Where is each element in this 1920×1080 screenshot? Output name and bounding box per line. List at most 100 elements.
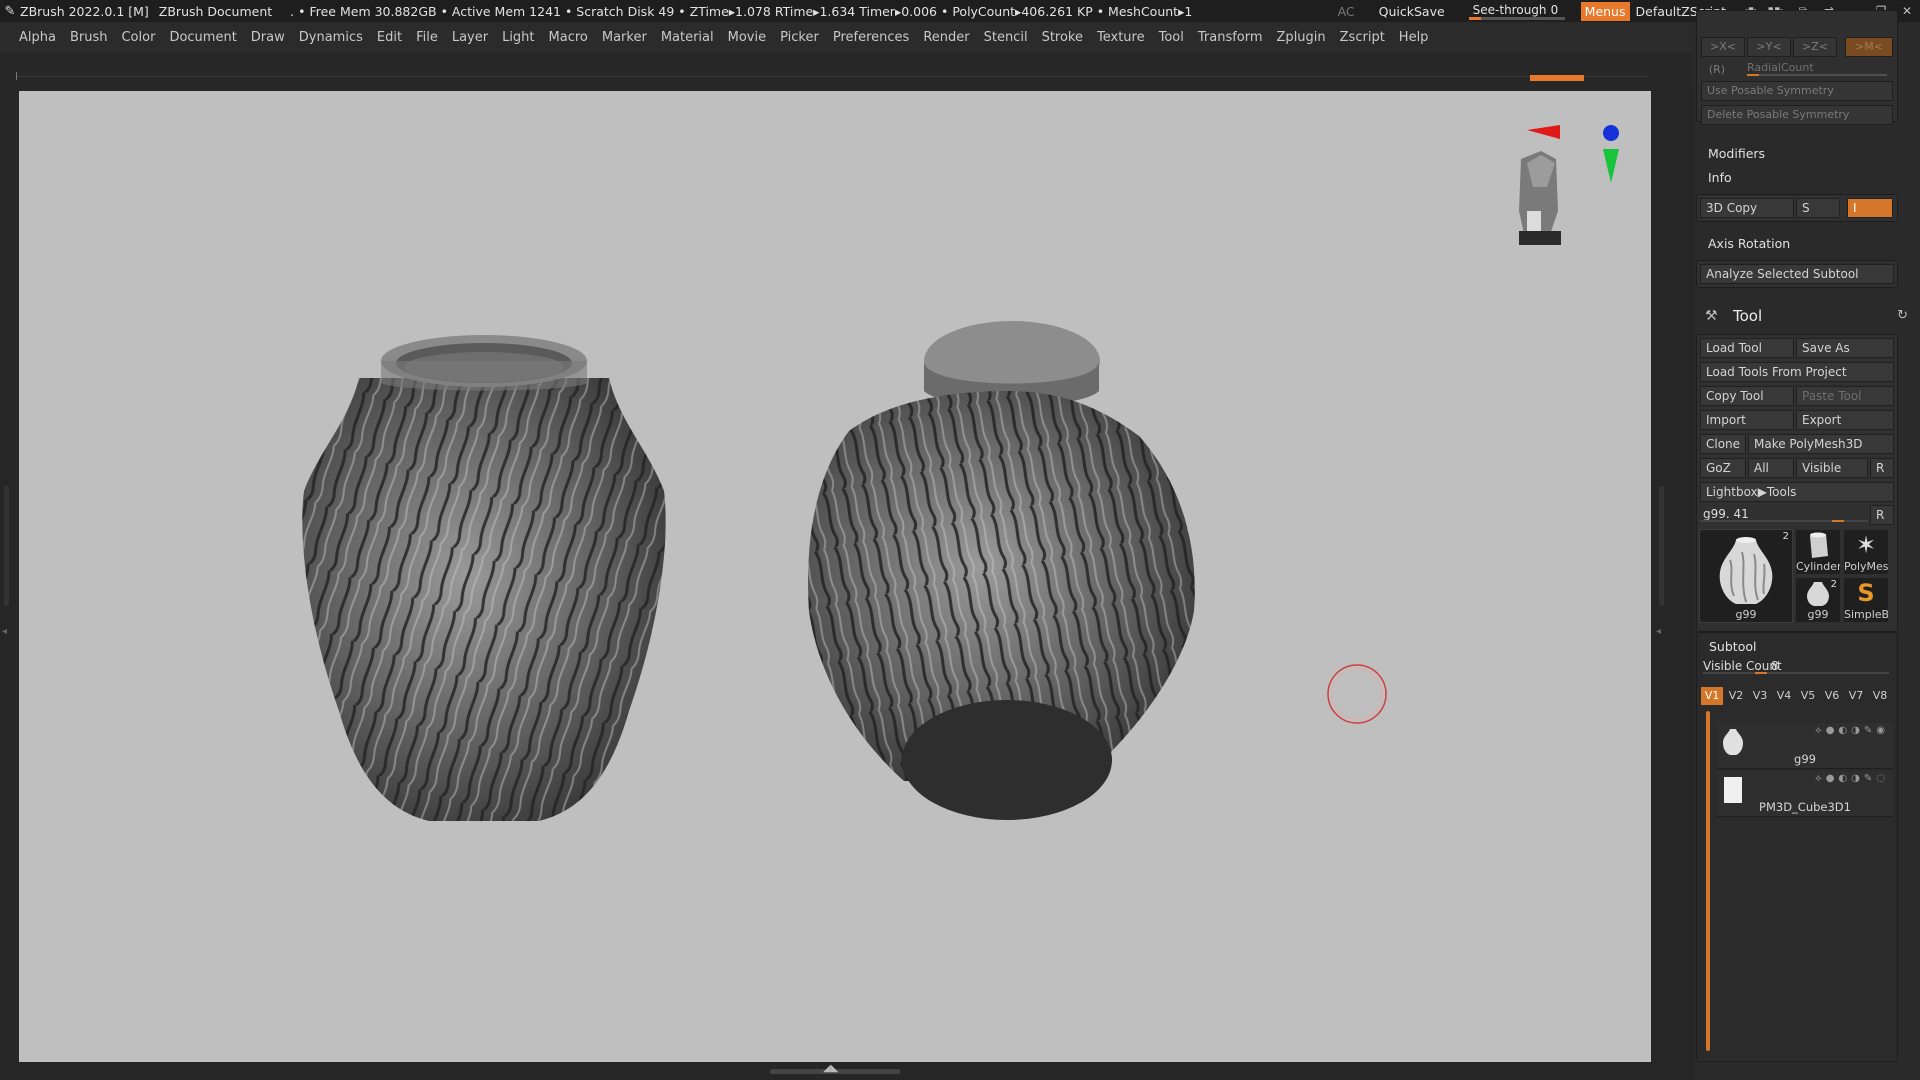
symmetry-y-button[interactable]: >Y<	[1747, 37, 1791, 57]
menu-render[interactable]: Render	[923, 30, 969, 45]
current-tool-slider[interactable]: g99. 41	[1700, 505, 1870, 525]
axis-rotation-section[interactable]: Axis Rotation	[1708, 236, 1790, 251]
vtab-v3[interactable]: V3	[1749, 687, 1771, 705]
vtab-v5[interactable]: V5	[1797, 687, 1819, 705]
menu-edit[interactable]: Edit	[377, 30, 402, 45]
vase-model-upright[interactable]	[302, 335, 666, 821]
left-tray-collapsed[interactable]: ◂	[0, 86, 16, 1066]
menu-texture[interactable]: Texture	[1097, 30, 1145, 45]
goz-all-button[interactable]: All	[1748, 458, 1794, 478]
quicksave-button[interactable]: QuickSave	[1379, 4, 1445, 19]
vtab-v8[interactable]: V8	[1869, 687, 1891, 705]
brush-cursor-icon	[1327, 664, 1387, 724]
tool-thumb-small-label: g99	[1807, 608, 1829, 621]
radial-r-toggle[interactable]: (R)	[1701, 61, 1733, 81]
palette-reset-icon[interactable]: ↻	[1897, 308, 1908, 323]
vtab-v4[interactable]: V4	[1773, 687, 1795, 705]
expand-left-icon[interactable]: ◂	[2, 626, 7, 637]
goz-button[interactable]: GoZ	[1700, 458, 1746, 478]
lightbox-tools-button[interactable]: Lightbox▶Tools	[1700, 482, 1894, 502]
symmetry-m-button[interactable]: >M<	[1845, 37, 1893, 57]
symmetry-z-button[interactable]: >Z<	[1793, 37, 1837, 57]
menu-draw[interactable]: Draw	[251, 30, 285, 45]
ac-toggle[interactable]: AC	[1338, 4, 1355, 19]
clone-button[interactable]: Clone	[1700, 434, 1746, 454]
document-title: ZBrush Document	[158, 3, 273, 19]
menu-picker[interactable]: Picker	[780, 30, 819, 45]
menu-dynamics[interactable]: Dynamics	[299, 30, 363, 45]
vtab-v1[interactable]: V1	[1701, 687, 1723, 705]
subtool-title[interactable]: Subtool	[1709, 639, 1756, 654]
info-section[interactable]: Info	[1708, 170, 1732, 185]
tool-thumbnail-g99[interactable]: 2 g99	[1699, 529, 1793, 623]
load-tools-from-project-button[interactable]: Load Tools From Project	[1700, 362, 1894, 382]
vase-model-tilted[interactable]	[808, 321, 1195, 820]
top-shelf	[0, 52, 1660, 86]
menu-preferences[interactable]: Preferences	[833, 30, 909, 45]
make-polymesh3d-button[interactable]: Make PolyMesh3D	[1748, 434, 1894, 454]
copy-tool-button[interactable]: Copy Tool	[1700, 386, 1794, 406]
app-title: ZBrush 2022.0.1 [M]	[20, 3, 149, 19]
current-tool-fill	[1832, 520, 1844, 522]
menu-alpha[interactable]: Alpha	[19, 30, 56, 45]
menu-macro[interactable]: Macro	[549, 30, 588, 45]
menus-toggle[interactable]: Menus	[1580, 1, 1630, 21]
vtab-v6[interactable]: V6	[1821, 687, 1843, 705]
visible-count-slider[interactable]: Visible Count 8	[1703, 657, 1893, 677]
load-tool-button[interactable]: Load Tool	[1700, 338, 1794, 358]
vtab-v2[interactable]: V2	[1725, 687, 1747, 705]
copy3d-i-button[interactable]: I	[1847, 198, 1893, 218]
menu-light[interactable]: Light	[502, 30, 534, 45]
current-tool-r-button[interactable]: R	[1870, 505, 1894, 525]
subtool-item[interactable]: ⟡●◐◑✎◌ PM3D_Cube3D1	[1717, 771, 1893, 817]
navigation-gizmo[interactable]	[1519, 125, 1619, 245]
radial-count-slider[interactable]: RadialCount	[1747, 59, 1893, 79]
menu-help[interactable]: Help	[1399, 30, 1429, 45]
goz-visible-button[interactable]: Visible	[1796, 458, 1868, 478]
goz-r-button[interactable]: R	[1870, 458, 1894, 478]
tool-thumbnail-g99-small[interactable]: 2 g99	[1795, 577, 1841, 623]
menu-file[interactable]: File	[416, 30, 438, 45]
menu-tool[interactable]: Tool	[1159, 30, 1184, 45]
menu-layer[interactable]: Layer	[452, 30, 488, 45]
export-button[interactable]: Export	[1796, 410, 1894, 430]
use-posable-symmetry-button[interactable]: Use Posable Symmetry	[1701, 81, 1893, 101]
menu-zscript[interactable]: Zscript	[1340, 30, 1385, 45]
menu-movie[interactable]: Movie	[728, 30, 766, 45]
polymesh-star-icon: ✶	[1855, 531, 1877, 559]
subtool-controls-icon[interactable]: ⟡●◐◑✎◌	[1815, 773, 1889, 784]
tool-thumbnail-polymesh[interactable]: ✶ PolyMes	[1843, 529, 1889, 575]
modifiers-section[interactable]: Modifiers	[1708, 146, 1765, 161]
copy3d-s-button[interactable]: S	[1796, 198, 1840, 218]
collapse-right-icon[interactable]: ◂	[1656, 626, 1661, 637]
right-tray-grip[interactable]	[1659, 486, 1664, 606]
expand-bottom-icon[interactable]: ◢◣	[823, 1063, 838, 1074]
tool-thumbnail-cylinder[interactable]: Cylinder	[1795, 529, 1841, 575]
tool-thumbnail-simplebrush[interactable]: S SimpleB	[1843, 577, 1889, 623]
menu-color[interactable]: Color	[121, 30, 155, 45]
vtab-v7[interactable]: V7	[1845, 687, 1867, 705]
delete-posable-symmetry-button[interactable]: Delete Posable Symmetry	[1701, 105, 1893, 125]
menu-brush[interactable]: Brush	[70, 30, 108, 45]
menu-document[interactable]: Document	[169, 30, 236, 45]
zbrush-logo-icon: ✎	[4, 3, 16, 19]
copy3d-button[interactable]: 3D Copy	[1700, 198, 1794, 218]
tool-palette-header[interactable]: ⚒ Tool ↻	[1693, 304, 1920, 330]
left-tray-grip[interactable]	[4, 486, 9, 606]
menu-marker[interactable]: Marker	[602, 30, 647, 45]
menu-zplugin[interactable]: Zplugin	[1277, 30, 1326, 45]
see-through-slider[interactable]: See-through 0	[1468, 0, 1569, 22]
menu-material[interactable]: Material	[661, 30, 714, 45]
menu-transform[interactable]: Transform	[1198, 30, 1263, 45]
subtool-item[interactable]: ⟡●◐◑✎◉ g99	[1717, 723, 1893, 769]
analyze-subtool-button[interactable]: Analyze Selected Subtool	[1700, 264, 1894, 284]
canvas-viewport[interactable]	[19, 91, 1651, 1062]
save-as-button[interactable]: Save As	[1796, 338, 1894, 358]
paste-tool-button[interactable]: Paste Tool	[1796, 386, 1894, 406]
menu-stencil[interactable]: Stencil	[984, 30, 1028, 45]
import-button[interactable]: Import	[1700, 410, 1794, 430]
symmetry-x-button[interactable]: >X<	[1701, 37, 1745, 57]
subtool-controls-icon[interactable]: ⟡●◐◑✎◉	[1815, 725, 1889, 736]
subtool-scrollbar[interactable]	[1706, 711, 1710, 1051]
menu-stroke[interactable]: Stroke	[1042, 30, 1083, 45]
